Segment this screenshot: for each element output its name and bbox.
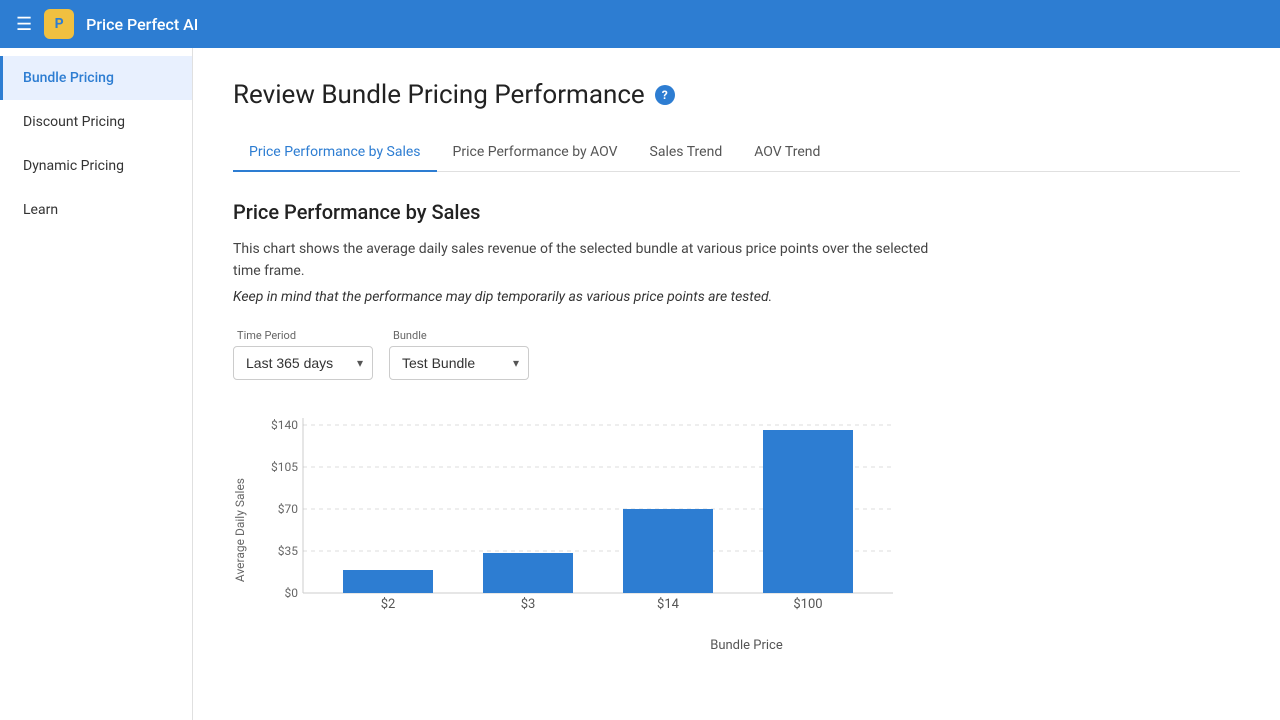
topbar: ☰ P Price Perfect AI	[0, 0, 1280, 48]
page-title: Review Bundle Pricing Performance	[233, 80, 645, 110]
sidebar: Bundle Pricing Discount Pricing Dynamic …	[0, 48, 193, 720]
svg-text:$3: $3	[521, 597, 536, 612]
tab-aov-trend[interactable]: AOV Trend	[738, 134, 836, 172]
sidebar-item-discount-pricing[interactable]: Discount Pricing	[0, 100, 192, 144]
bundle-label: Bundle	[389, 329, 529, 342]
chart-inner: $0 $35 $70 $105 $140 $2 $3 $14	[253, 408, 1240, 653]
y-axis-label: Average Daily Sales	[233, 478, 247, 582]
app-title: Price Perfect AI	[86, 15, 198, 34]
filters: Time Period Last 365 days Last 30 days L…	[233, 329, 1240, 380]
tab-sales-trend[interactable]: Sales Trend	[634, 134, 739, 172]
bar-3	[623, 509, 713, 593]
tab-price-performance-sales[interactable]: Price Performance by Sales	[233, 134, 437, 172]
bundle-filter: Bundle Test Bundle Bundle A Bundle B	[389, 329, 529, 380]
bundle-select[interactable]: Test Bundle Bundle A Bundle B	[389, 346, 529, 380]
bar-chart: $0 $35 $70 $105 $140 $2 $3 $14	[253, 408, 913, 628]
time-period-filter: Time Period Last 365 days Last 30 days L…	[233, 329, 373, 380]
help-icon[interactable]: ?	[655, 85, 675, 105]
svg-text:$100: $100	[793, 597, 822, 612]
svg-text:$70: $70	[278, 502, 298, 516]
layout: Bundle Pricing Discount Pricing Dynamic …	[0, 48, 1280, 720]
page-title-row: Review Bundle Pricing Performance ?	[233, 80, 1240, 110]
sidebar-item-bundle-pricing[interactable]: Bundle Pricing	[0, 56, 192, 100]
svg-text:$2: $2	[381, 597, 396, 612]
bar-4	[763, 430, 853, 593]
tab-price-performance-aov[interactable]: Price Performance by AOV	[437, 134, 634, 172]
section-description: This chart shows the average daily sales…	[233, 238, 933, 283]
svg-text:$0: $0	[285, 586, 299, 600]
section-title: Price Performance by Sales	[233, 200, 1240, 224]
bar-1	[343, 570, 433, 593]
svg-text:$140: $140	[271, 418, 298, 432]
svg-text:$14: $14	[657, 597, 680, 612]
main-content: Review Bundle Pricing Performance ? Pric…	[193, 48, 1280, 720]
app-logo: P	[44, 9, 74, 39]
time-period-select-wrapper[interactable]: Last 365 days Last 30 days Last 90 days	[233, 346, 373, 380]
bundle-select-wrapper[interactable]: Test Bundle Bundle A Bundle B	[389, 346, 529, 380]
chart-wrapper: Average Daily Sales $0 $35	[233, 408, 1240, 653]
menu-icon[interactable]: ☰	[16, 14, 32, 35]
time-period-select[interactable]: Last 365 days Last 30 days Last 90 days	[233, 346, 373, 380]
svg-text:$35: $35	[278, 544, 298, 558]
sidebar-item-learn[interactable]: Learn	[0, 188, 192, 232]
tabs-bar: Price Performance by Sales Price Perform…	[233, 134, 1240, 172]
x-axis-label: Bundle Price	[253, 638, 1240, 653]
bar-2	[483, 553, 573, 593]
time-period-label: Time Period	[233, 329, 373, 342]
section-note: Keep in mind that the performance may di…	[233, 289, 1240, 305]
svg-text:$105: $105	[271, 460, 298, 474]
sidebar-item-dynamic-pricing[interactable]: Dynamic Pricing	[0, 144, 192, 188]
